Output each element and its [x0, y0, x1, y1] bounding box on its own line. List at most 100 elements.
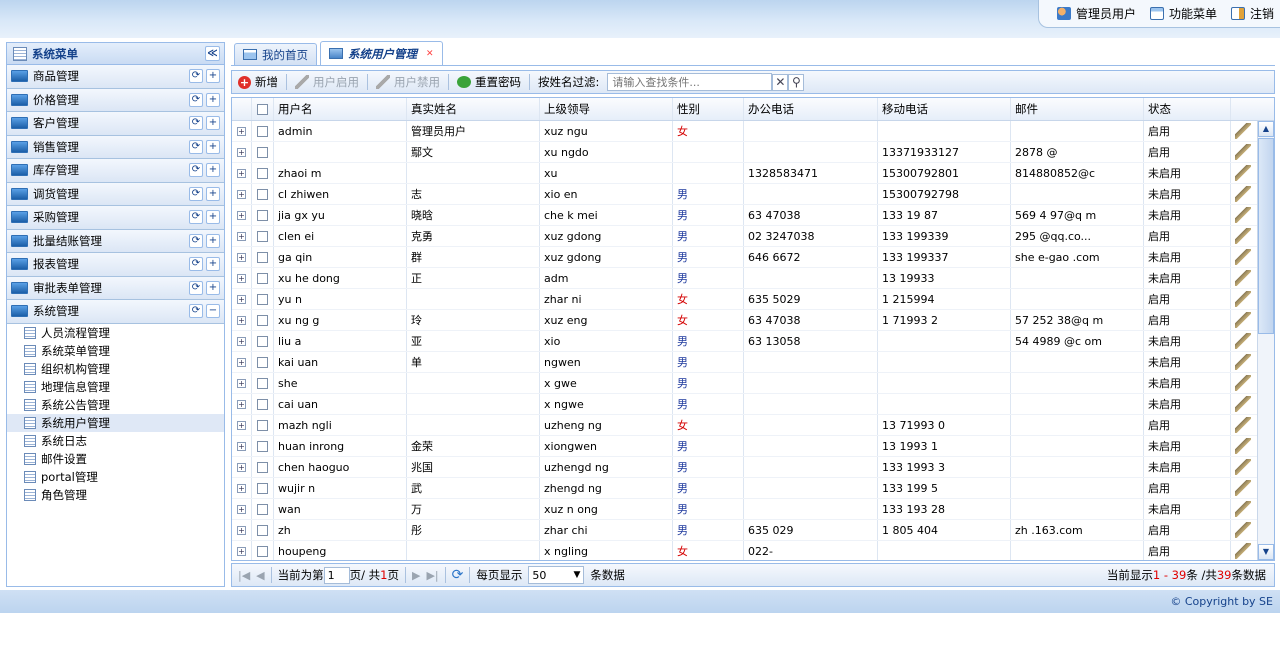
page-size-select[interactable]: 50 ▼ — [528, 566, 585, 584]
expand-icon[interactable]: + — [206, 139, 220, 154]
row-expander[interactable]: + — [232, 499, 252, 519]
edit-icon[interactable] — [1231, 436, 1255, 456]
row-checkbox[interactable] — [252, 184, 274, 204]
expand-icon[interactable]: + — [206, 186, 220, 201]
table-row[interactable]: + cai uan x ngwe 男 未启用 — [232, 394, 1274, 415]
refresh-icon[interactable]: ⟳ — [189, 210, 203, 225]
edit-icon[interactable] — [1231, 373, 1255, 393]
expand-icon[interactable]: + — [206, 69, 220, 84]
refresh-icon[interactable]: ⟳ — [189, 186, 203, 201]
row-expander[interactable]: + — [232, 205, 252, 225]
row-checkbox[interactable] — [252, 310, 274, 330]
row-checkbox[interactable] — [252, 268, 274, 288]
current-user[interactable]: 管理员用户 — [1056, 5, 1136, 22]
sidebar-subitem-8[interactable]: portal管理 — [7, 468, 224, 486]
table-row[interactable]: + she x gwe 男 未启用 — [232, 373, 1274, 394]
sidebar-subitem-1[interactable]: 系统菜单管理 — [7, 342, 224, 360]
table-row[interactable]: + clen ei 克勇 xuz gdong 男 02 3247038 133 199339… — [232, 226, 1274, 247]
column-header[interactable]: 上级领导 — [540, 98, 673, 120]
refresh-icon[interactable]: ⟳ — [189, 69, 203, 84]
row-checkbox[interactable] — [252, 142, 274, 162]
row-checkbox[interactable] — [252, 352, 274, 372]
scroll-up-icon[interactable]: ▲ — [1258, 121, 1274, 137]
row-checkbox[interactable] — [252, 499, 274, 519]
refresh-icon[interactable]: ⟳ — [452, 567, 464, 583]
edit-icon[interactable] — [1231, 310, 1255, 330]
edit-icon[interactable] — [1231, 331, 1255, 351]
edit-icon[interactable] — [1231, 205, 1255, 225]
edit-icon[interactable] — [1231, 352, 1255, 372]
expand-icon[interactable]: + — [206, 233, 220, 248]
row-expander[interactable]: + — [232, 184, 252, 204]
edit-icon[interactable] — [1231, 163, 1255, 183]
collapse-icon[interactable]: − — [206, 304, 220, 319]
sidebar-menu-9[interactable]: 审批表单管理 ⟳ + — [7, 276, 224, 300]
sidebar-menu-3[interactable]: 销售管理 ⟳ + — [7, 135, 224, 159]
search-icon[interactable]: ⚲ — [788, 73, 805, 91]
select-all-checkbox[interactable] — [252, 98, 274, 120]
row-expander[interactable]: + — [232, 142, 252, 162]
row-checkbox[interactable] — [252, 373, 274, 393]
row-expander[interactable]: + — [232, 247, 252, 267]
clear-search-icon[interactable]: ✕ — [772, 73, 789, 91]
table-row[interactable]: + wujir n武 zhengd ng 男 133 199 5 启用 — [232, 478, 1274, 499]
row-checkbox[interactable] — [252, 331, 274, 351]
prev-page-icon[interactable]: ◀ — [256, 569, 264, 582]
row-checkbox[interactable] — [252, 415, 274, 435]
row-expander[interactable]: + — [232, 226, 252, 246]
row-expander[interactable]: + — [232, 331, 252, 351]
refresh-icon[interactable]: ⟳ — [189, 304, 203, 319]
first-page-icon[interactable]: |◀ — [238, 569, 250, 582]
sidebar-subitem-5[interactable]: 系统用户管理 — [7, 413, 224, 432]
expand-icon[interactable]: + — [206, 210, 220, 225]
expand-icon[interactable]: + — [206, 257, 220, 272]
column-header[interactable]: 真实姓名 — [407, 98, 540, 120]
column-header[interactable]: 用户名 — [274, 98, 407, 120]
row-expander[interactable]: + — [232, 163, 252, 183]
row-expander[interactable]: + — [232, 520, 252, 540]
sidebar-menu-5[interactable]: 调货管理 ⟳ + — [7, 182, 224, 206]
sidebar-menu-6[interactable]: 采购管理 ⟳ + — [7, 206, 224, 230]
refresh-icon[interactable]: ⟳ — [189, 257, 203, 272]
edit-icon[interactable] — [1231, 478, 1255, 498]
table-row[interactable]: + chen haoguo 兆国 uzhengd ng 男 133 1993 3 未启用 — [232, 457, 1274, 478]
column-header[interactable]: 办公电话 — [744, 98, 878, 120]
row-expander[interactable]: + — [232, 373, 252, 393]
edit-icon[interactable] — [1231, 184, 1255, 204]
next-page-icon[interactable]: ▶ — [412, 569, 420, 582]
edit-icon[interactable] — [1231, 121, 1255, 141]
row-checkbox[interactable] — [252, 226, 274, 246]
edit-icon[interactable] — [1231, 289, 1255, 309]
enable-user-button[interactable]: 用户启用 — [295, 74, 359, 90]
row-expander[interactable]: + — [232, 478, 252, 498]
expand-icon[interactable]: + — [206, 280, 220, 295]
function-menu-link[interactable]: 功能菜单 — [1149, 5, 1217, 22]
refresh-icon[interactable]: ⟳ — [189, 139, 203, 154]
row-checkbox[interactable] — [252, 457, 274, 477]
edit-icon[interactable] — [1231, 247, 1255, 267]
expand-icon[interactable]: + — [206, 163, 220, 178]
table-row[interactable]: + zhaoi m xu 1328583471 15300792801 81488085… — [232, 163, 1274, 184]
refresh-icon[interactable]: ⟳ — [189, 280, 203, 295]
row-expander[interactable]: + — [232, 394, 252, 414]
table-row[interactable]: + yu n zhar ni 女 635 5029 1 215994 启用 — [232, 289, 1274, 310]
sidebar-menu-1[interactable]: 价格管理 ⟳ + — [7, 88, 224, 112]
refresh-icon[interactable]: ⟳ — [189, 92, 203, 107]
table-row[interactable]: + admin 管理员用户 xuz ngu 女 启用 — [232, 121, 1274, 142]
refresh-icon[interactable]: ⟳ — [189, 116, 203, 131]
close-tab-icon[interactable]: ✕ — [426, 49, 434, 59]
table-row[interactable]: + xu he dong 正 adm 男 13 19933 未启用 — [232, 268, 1274, 289]
sidebar-subitem-3[interactable]: 地理信息管理 — [7, 378, 224, 396]
edit-icon[interactable] — [1231, 499, 1255, 519]
collapse-sidebar-button[interactable]: ≪ — [205, 46, 220, 61]
search-input[interactable] — [607, 73, 773, 91]
table-row[interactable]: + huan inrong 金荣 xiongwen 男 13 1993 1 未启用 — [232, 436, 1274, 457]
expand-icon[interactable]: + — [206, 116, 220, 131]
sidebar-menu-4[interactable]: 库存管理 ⟳ + — [7, 159, 224, 183]
sidebar-subitem-4[interactable]: 系统公告管理 — [7, 396, 224, 414]
last-page-icon[interactable]: ▶| — [426, 569, 438, 582]
table-row[interactable]: + jia gx yu 晓晗 che k mei 男 63 47038 133 19 87 5… — [232, 205, 1274, 226]
sidebar-subitem-6[interactable]: 系统日志 — [7, 432, 224, 450]
row-checkbox[interactable] — [252, 520, 274, 540]
table-row[interactable]: + liu a 亚 xio 男 63 13058 54 4989 @c om 未启用 — [232, 331, 1274, 352]
